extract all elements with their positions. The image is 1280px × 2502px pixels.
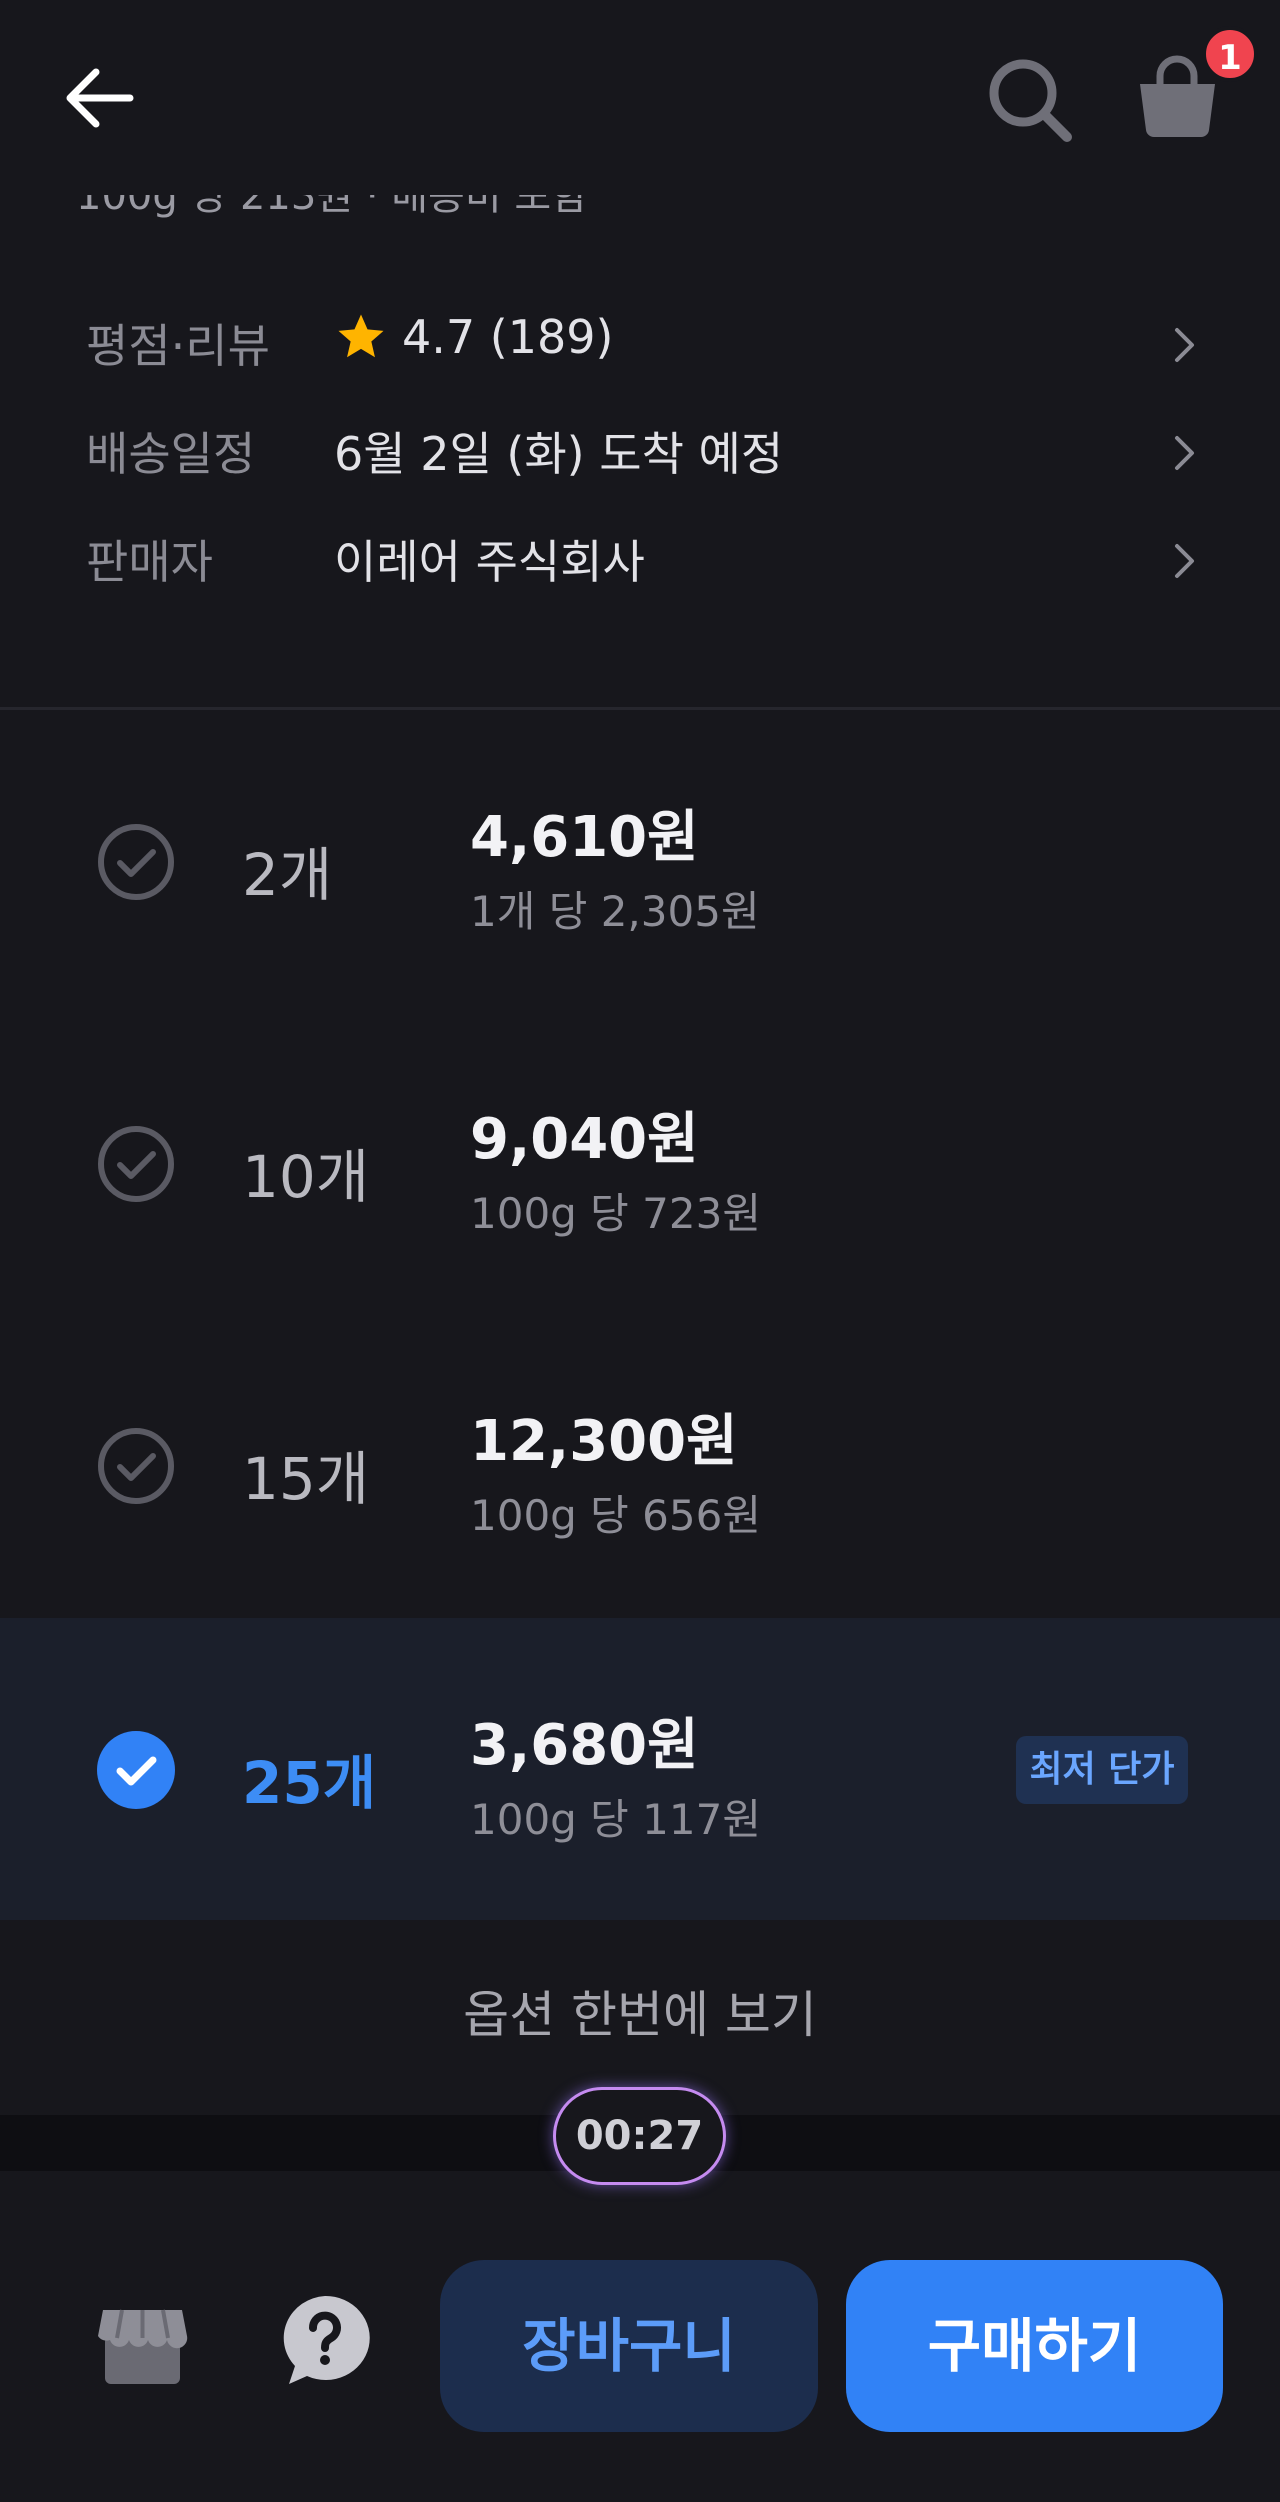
chevron-right-icon bbox=[1175, 544, 1194, 578]
option-unit-price: 100g 당 117원 bbox=[470, 1795, 761, 1844]
option-price: 4,610원 bbox=[470, 805, 699, 870]
check-circle-icon bbox=[98, 1428, 174, 1504]
delivery-schedule-label: 배송일정 bbox=[86, 427, 256, 481]
option-quantity: 10개 bbox=[242, 1143, 370, 1211]
seller-row[interactable]: 판매자 이레어 주식회사 bbox=[0, 518, 1280, 598]
rating-review-row[interactable]: 평점·리뷰 4.7 (189) bbox=[0, 302, 1280, 382]
top-bar: 1 bbox=[0, 0, 1280, 195]
seller-label: 판매자 bbox=[86, 535, 213, 589]
delivery-schedule-row[interactable]: 배송일정 6월 2일 (화) 도착 예정 bbox=[0, 410, 1280, 490]
check-circle-filled-icon bbox=[97, 1731, 175, 1809]
back-arrow-icon[interactable] bbox=[60, 58, 140, 138]
price-per-100g-text: 100g 당 213원 · 배송비 포함 bbox=[76, 195, 588, 219]
option-price: 9,040원 bbox=[470, 1107, 699, 1172]
view-all-options-link[interactable]: 옵션 한번에 보기 bbox=[0, 1975, 1280, 2047]
rating-review-value: 4.7 (189) bbox=[402, 310, 614, 364]
lowest-price-tag: 최저 단가 bbox=[1016, 1736, 1188, 1804]
option-quantity: 25개 bbox=[242, 1749, 377, 1817]
store-icon[interactable] bbox=[95, 2298, 190, 2388]
option-quantity: 15개 bbox=[242, 1445, 370, 1513]
add-to-cart-button[interactable]: 장바구니 bbox=[440, 2260, 818, 2432]
timer-pill: 00:27 bbox=[553, 2087, 726, 2185]
option-unit-price: 100g 당 656원 bbox=[470, 1491, 761, 1540]
buy-now-button[interactable]: 구매하기 bbox=[846, 2260, 1223, 2432]
check-circle-icon bbox=[98, 1126, 174, 1202]
option-quantity: 2개 bbox=[242, 841, 333, 909]
option-item-25[interactable]: 25개 3,680원 100g 당 117원 최저 단가 bbox=[0, 1618, 1280, 1920]
check-circle-icon bbox=[98, 824, 174, 900]
option-item-15[interactable]: 15개 12,300원 100g 당 656원 bbox=[0, 1314, 1280, 1616]
option-price: 3,680원 bbox=[470, 1713, 699, 1778]
cart-count-badge: 1 bbox=[1202, 26, 1258, 82]
question-bubble-icon[interactable] bbox=[275, 2290, 375, 2390]
option-item-10[interactable]: 10개 9,040원 100g 당 723원 bbox=[0, 1012, 1280, 1314]
rating-review-value-wrap: 4.7 (189) bbox=[334, 310, 613, 364]
search-icon[interactable] bbox=[985, 55, 1075, 145]
chevron-right-icon bbox=[1175, 328, 1194, 362]
option-item-2[interactable]: 2개 4,610원 1개 당 2,305원 bbox=[0, 710, 1280, 1012]
price-per-100g-partial: 100g 당 213원 · 배송비 포함 bbox=[0, 195, 1280, 225]
option-unit-price: 100g 당 723원 bbox=[470, 1189, 761, 1238]
option-unit-price: 1개 당 2,305원 bbox=[470, 887, 760, 936]
chevron-right-icon bbox=[1175, 436, 1194, 470]
seller-value: 이레어 주식회사 bbox=[334, 535, 645, 589]
rating-review-label: 평점·리뷰 bbox=[86, 319, 270, 373]
option-price: 12,300원 bbox=[470, 1409, 738, 1474]
delivery-schedule-value: 6월 2일 (화) 도착 예정 bbox=[334, 427, 784, 481]
star-icon bbox=[338, 314, 384, 358]
